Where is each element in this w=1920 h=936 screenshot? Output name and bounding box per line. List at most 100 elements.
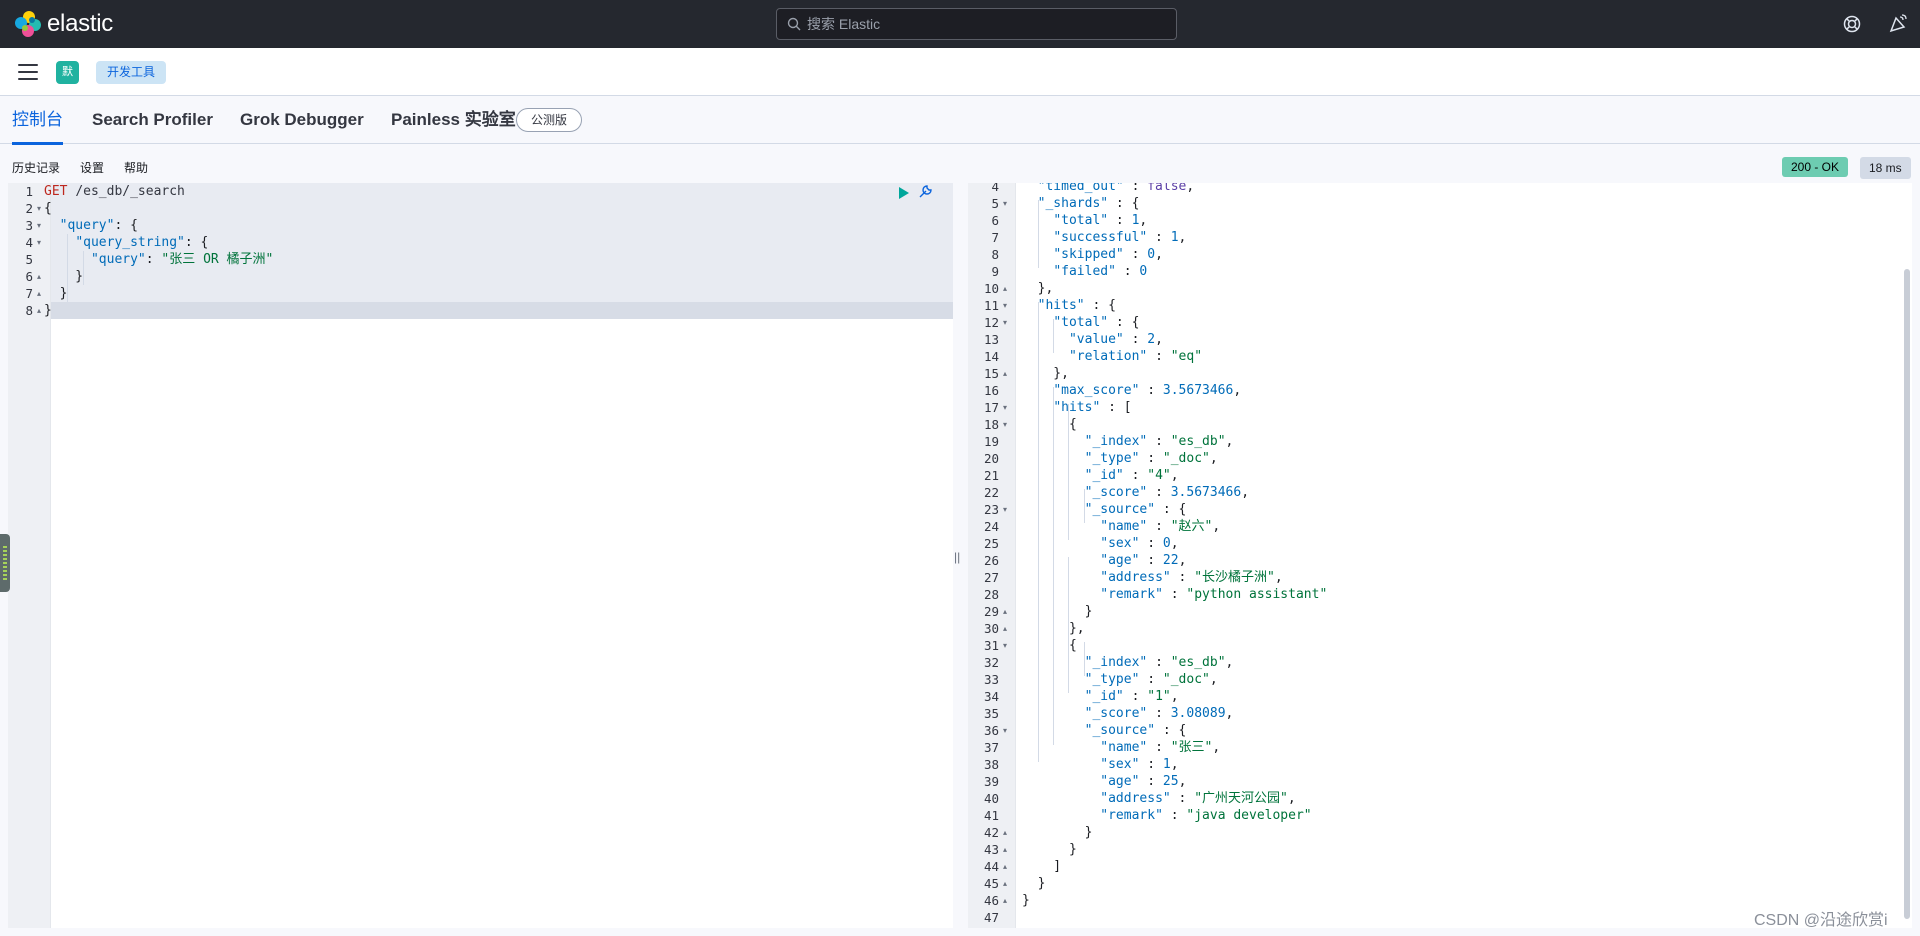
line-number: 28 [983,587,999,602]
response-scrollbar[interactable] [1904,269,1910,919]
line-number: 7 [25,286,33,301]
fold-close-icon[interactable]: ▴ [37,268,41,285]
code-line: } [44,269,84,284]
fold-open-icon[interactable]: ▾ [1003,297,1007,314]
code-line: "address" : "广州天河公园", [1100,791,1296,806]
fold-close-icon[interactable]: ▴ [37,285,41,302]
run-request-icon[interactable] [898,186,910,200]
response-status-badge: 200 - OK [1782,157,1849,177]
tab-console[interactable]: 控制台 [12,96,63,145]
code-line: GET /es_db/_search [44,184,185,199]
request-editor[interactable]: 1 GET /es_db/_search 2 ▾{3 ▾ "query": {4 ▾ "q… [8,183,953,928]
beta-badge: 公测版 [516,108,583,132]
code-line: }, [1022,621,1085,636]
code-line: "relation" : "eq" [1068,349,1203,364]
line-number: 27 [983,570,999,585]
fold-open-icon[interactable]: ▾ [37,200,41,217]
fold-open-icon[interactable]: ▾ [37,234,41,251]
code-line: "sex" : 0, [1100,536,1179,551]
line-number: 23 [983,502,999,517]
menu-toggle-icon[interactable] [18,64,38,80]
code-line: "total" : { [1053,315,1140,330]
fold-open-icon[interactable]: ▾ [1003,722,1007,739]
space-avatar[interactable]: 默 [56,61,79,84]
line-number: 19 [983,434,999,449]
line-number: 4 [991,183,999,194]
tab-painless-lab[interactable]: Painless 实验室 [391,96,516,144]
fold-close-icon[interactable]: ▴ [1003,603,1007,620]
fold-close-icon[interactable]: ▴ [37,302,41,319]
code-line: "_id" : "4", [1084,468,1179,483]
tab-grok-debugger[interactable]: Grok Debugger [240,96,364,144]
code-line: "_index" : "es_db", [1084,434,1234,449]
breadcrumb-dev-tools[interactable]: 开发工具 [96,61,167,84]
help-icon[interactable] [1841,13,1863,35]
code-line: }, [1022,366,1069,381]
code-line: "_index" : "es_db", [1084,655,1234,670]
line-number: 5 [991,196,999,211]
line-number: 42 [983,825,999,840]
code-line: "_type" : "_doc", [1084,672,1218,687]
fold-open-icon[interactable]: ▾ [1003,195,1007,212]
newsfeed-icon[interactable] [1887,13,1909,35]
line-number: 40 [983,791,999,806]
code-line: }, [1022,281,1054,296]
global-search[interactable] [776,8,1177,40]
code-line: { [1022,638,1077,653]
line-number: 41 [983,808,999,823]
code-line: "_score" : 3.5673466, [1084,485,1250,500]
code-line: "name" : "张三", [1100,740,1221,755]
code-line: ] [1022,859,1062,874]
line-number: 8 [25,303,33,318]
code-line: } [44,286,68,301]
code-line: } [44,303,52,318]
settings-link[interactable]: 设置 [80,159,104,176]
code-line: "name" : "赵六", [1100,519,1221,534]
code-line: { [44,201,52,216]
fold-open-icon[interactable]: ▾ [37,217,41,234]
fold-close-icon[interactable]: ▴ [1003,824,1007,841]
history-link[interactable]: 历史记录 [12,159,60,176]
wrench-icon[interactable] [917,184,933,200]
code-line: "successful" : 1, [1053,230,1187,245]
pane-resizer-icon[interactable]: || [954,550,960,564]
code-line: "hits" : { [1037,298,1116,313]
fold-open-icon[interactable]: ▾ [1003,501,1007,518]
line-number: 12 [983,315,999,330]
line-number: 7 [991,230,999,245]
fold-close-icon[interactable]: ▴ [1003,620,1007,637]
code-line: "_id" : "1", [1084,689,1179,704]
line-number: 6 [991,213,999,228]
fold-close-icon[interactable]: ▴ [1003,875,1007,892]
fold-close-icon[interactable]: ▴ [1003,858,1007,875]
line-number: 21 [983,468,999,483]
top-header: elastic [0,0,1920,48]
line-number: 17 [983,400,999,415]
line-number: 47 [983,910,999,925]
line-number: 10 [983,281,999,296]
code-line: "_source" : { [1084,502,1187,517]
fold-open-icon[interactable]: ▾ [1003,637,1007,654]
code-line: } [1022,842,1077,857]
search-input[interactable] [807,12,1167,36]
fold-close-icon[interactable]: ▴ [1003,280,1007,297]
elastic-logo-icon[interactable] [14,10,42,38]
line-number: 16 [983,383,999,398]
fold-open-icon[interactable]: ▾ [1003,314,1007,331]
code-line: } [1022,604,1093,619]
fold-close-icon[interactable]: ▴ [1003,365,1007,382]
line-number: 6 [25,269,33,284]
code-line: "age" : 25, [1100,774,1187,789]
fold-open-icon[interactable]: ▾ [1003,416,1007,433]
fold-close-icon[interactable]: ▴ [1003,841,1007,858]
help-link[interactable]: 帮助 [124,159,148,176]
line-number: 43 [983,842,999,857]
tab-search-profiler[interactable]: Search Profiler [92,96,213,144]
code-line: "total" : 1, [1053,213,1148,228]
side-drawer-handle[interactable] [0,534,10,592]
line-number: 25 [983,536,999,551]
fold-close-icon[interactable]: ▴ [1003,892,1007,909]
line-number: 13 [983,332,999,347]
fold-open-icon[interactable]: ▾ [1003,399,1007,416]
code-line: "address" : "长沙橘子洲", [1100,570,1283,585]
